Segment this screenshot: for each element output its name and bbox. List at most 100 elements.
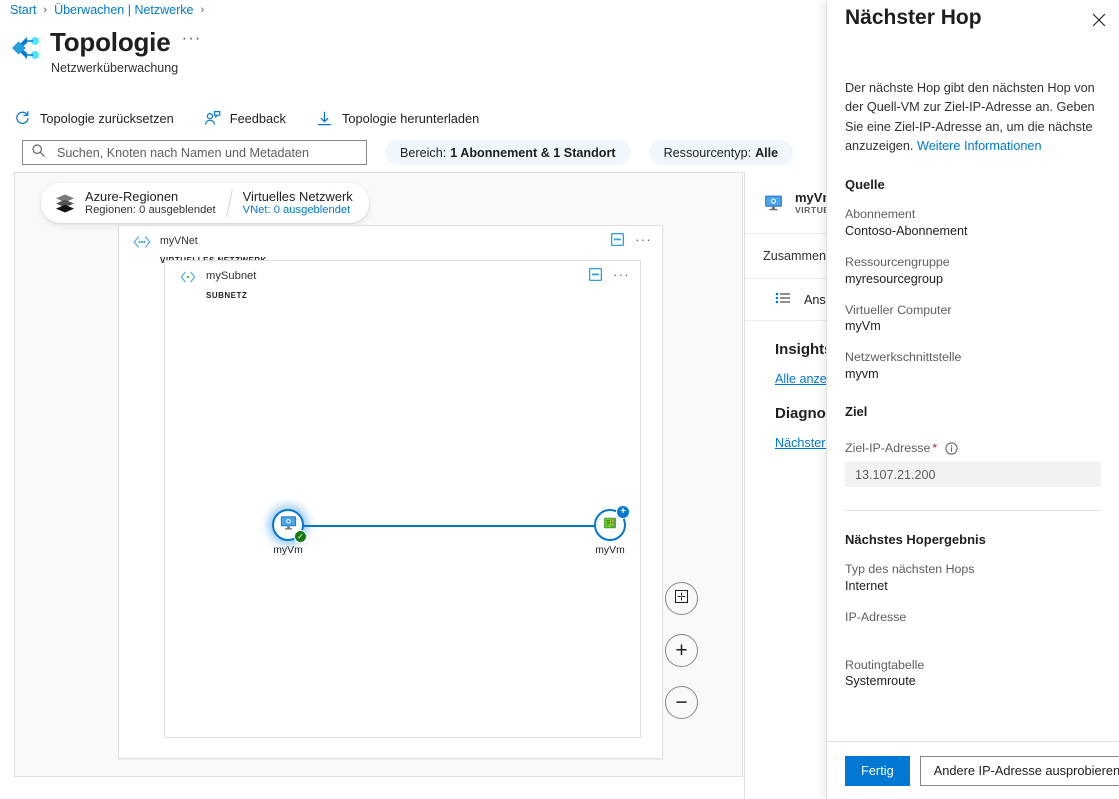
search-box[interactable] xyxy=(22,140,367,165)
zoom-controls: + − xyxy=(665,582,698,719)
node-ring[interactable]: + xyxy=(594,505,630,541)
result-field-next-hop-type: Typ des nächsten Hops Internet xyxy=(845,561,1101,595)
expand-badge-icon[interactable]: + xyxy=(616,505,630,519)
learn-more-link[interactable]: Weitere Informationen xyxy=(917,139,1042,153)
collapse-icon[interactable] xyxy=(611,232,625,247)
subnet-icon xyxy=(178,270,198,284)
source-field-virtual-machine: Virtueller Computer myVm xyxy=(845,302,1101,336)
command-bar: Topologie zurücksetzen Feedback Topologi… xyxy=(10,102,483,134)
field-value: myresourcegroup xyxy=(845,271,943,286)
refresh-icon xyxy=(14,110,31,127)
subnet-group-box[interactable]: mySubnet SUBNETZ ··· ✓ myVm + myVm xyxy=(164,260,641,738)
zoom-out-button[interactable]: − xyxy=(665,686,698,719)
fit-to-screen-icon xyxy=(674,589,689,609)
target-ip-value: 13.107.21.200 xyxy=(855,467,936,482)
legend-regions-subtitle: Regionen: 0 ausgeblendet xyxy=(85,204,216,216)
field-value xyxy=(845,626,1101,643)
vnet-header-actions: ··· xyxy=(611,232,652,247)
target-ip-label-text: Ziel-IP-Adresse xyxy=(845,441,931,456)
scope-filter-pill[interactable]: Bereich: 1 Abonnement & 1 Standort xyxy=(385,140,631,165)
result-section-heading: Nächstes Hopergebnis xyxy=(845,532,986,548)
subnet-header-actions: ··· xyxy=(589,267,630,282)
scope-filter-prefix: Bereich: xyxy=(400,145,447,160)
info-icon[interactable] xyxy=(945,442,958,455)
legend-item-vnet[interactable]: Virtuelles Netzwerk VNet: 0 ausgeblendet xyxy=(243,189,353,217)
page-header: Topologie ··· Netzwerküberwachung xyxy=(10,28,201,75)
canvas-legend: Azure-Regionen Regionen: 0 ausgeblendet … xyxy=(41,183,369,223)
topology-page: Start › Überwachen | Netzwerke › Topolog… xyxy=(0,0,1119,799)
legend-item-regions[interactable]: Azure-Regionen Regionen: 0 ausgeblendet xyxy=(85,189,216,217)
field-key: Typ des nächsten Hops xyxy=(845,562,975,577)
topology-node-vm[interactable]: ✓ myVm xyxy=(248,509,328,556)
scope-filter-value: 1 Abonnement & 1 Standort xyxy=(450,145,616,160)
field-key: IP-Adresse xyxy=(845,609,907,624)
node-label: myVm xyxy=(595,545,625,556)
status-badge-healthy-icon: ✓ xyxy=(294,530,307,543)
target-section-heading: Ziel xyxy=(845,404,868,420)
result-field-route-table: Routingtabelle Systemroute xyxy=(845,657,1101,691)
field-value: myvm xyxy=(845,367,879,382)
done-button[interactable]: Fertig xyxy=(845,755,910,786)
topology-canvas[interactable]: Azure-Regionen Regionen: 0 ausgeblendet … xyxy=(14,172,743,777)
resource-type-filter-value: Alle xyxy=(755,145,779,160)
collapse-icon[interactable] xyxy=(589,267,603,282)
section-divider xyxy=(845,510,1101,512)
legend-divider xyxy=(225,189,233,217)
network-watcher-icon xyxy=(10,32,42,66)
search-input[interactable] xyxy=(55,144,358,161)
search-icon xyxy=(31,143,46,163)
subnet-more-actions-button[interactable]: ··· xyxy=(613,268,630,281)
breadcrumb-separator-icon: › xyxy=(43,4,48,16)
field-key: Virtueller Computer xyxy=(845,302,952,317)
panel-description: Der nächste Hop gibt den nächsten Hop vo… xyxy=(845,79,1101,156)
vnet-icon xyxy=(132,235,152,249)
page-more-actions-button[interactable]: ··· xyxy=(181,29,201,51)
field-value: myVm xyxy=(845,319,881,334)
node-ring[interactable]: ✓ xyxy=(272,509,307,543)
node-label: myVm xyxy=(273,545,303,556)
vnet-name: myVNet xyxy=(160,235,198,247)
filter-bar: Bereich: 1 Abonnement & 1 Standort Resso… xyxy=(22,140,794,165)
fit-to-screen-button[interactable] xyxy=(665,582,698,615)
breadcrumb-item-home[interactable]: Start xyxy=(10,3,36,17)
subnet-name: mySubnet xyxy=(206,270,257,282)
source-field-resource-group: Ressourcengruppe myresourcegroup xyxy=(845,254,1101,288)
legend-vnet-subtitle[interactable]: VNet: 0 ausgeblendet xyxy=(243,204,353,217)
next-hop-panel: Nächster Hop Der nächste Hop gibt den nä… xyxy=(826,0,1119,799)
list-view-icon xyxy=(775,290,791,309)
virtual-machine-icon xyxy=(763,192,784,213)
vnet-more-actions-button[interactable]: ··· xyxy=(635,233,652,246)
result-field-ip-address: IP-Adresse xyxy=(845,609,1101,643)
view-row-label: Ansi xyxy=(804,292,829,307)
feedback-button[interactable]: Feedback xyxy=(200,107,290,130)
zoom-in-label: + xyxy=(675,639,688,662)
vnet-group-header: myVNet VIRTUELLES NETZWERK ··· xyxy=(119,226,662,265)
target-ip-field-label: Ziel-IP-Adresse * xyxy=(845,441,1101,455)
try-another-ip-button[interactable]: Andere IP-Adresse ausprobieren xyxy=(919,755,1119,786)
breadcrumb-item-monitor-networks[interactable]: Überwachen | Netzwerke xyxy=(54,3,193,17)
panel-body: Der nächste Hop gibt den nächsten Hop vo… xyxy=(827,79,1119,690)
target-ip-input[interactable]: 13.107.21.200 xyxy=(845,462,1101,488)
network-interface-icon xyxy=(601,514,619,537)
download-topology-label: Topologie herunterladen xyxy=(341,110,480,126)
layers-stack-icon xyxy=(54,192,76,214)
reset-topology-label: Topologie zurücksetzen xyxy=(40,110,174,126)
zoom-in-button[interactable]: + xyxy=(665,634,698,667)
topology-node-nic[interactable]: + myVm xyxy=(570,505,650,556)
required-marker: * xyxy=(932,441,938,456)
zoom-out-label: − xyxy=(675,691,688,714)
legend-vnet-title: Virtuelles Netzwerk xyxy=(242,188,353,204)
resource-type-filter-pill[interactable]: Ressourcentyp: Alle xyxy=(648,140,794,165)
download-topology-button[interactable]: Topologie herunterladen xyxy=(312,107,483,130)
feedback-person-icon xyxy=(204,110,221,127)
reset-topology-button[interactable]: Topologie zurücksetzen xyxy=(10,107,178,130)
close-icon[interactable] xyxy=(1085,6,1113,34)
field-value: Contoso-Abonnement xyxy=(845,223,968,238)
page-subtitle: Netzwerküberwachung xyxy=(51,60,179,75)
breadcrumb: Start › Überwachen | Netzwerke › xyxy=(10,3,204,17)
vnet-group-box[interactable]: myVNet VIRTUELLES NETZWERK ··· xyxy=(118,225,663,759)
source-field-subscription: Abonnement Contoso-Abonnement xyxy=(845,206,1101,240)
breadcrumb-separator-icon-2: › xyxy=(200,4,205,16)
download-icon xyxy=(316,110,333,127)
source-section-heading: Quelle xyxy=(845,177,885,193)
